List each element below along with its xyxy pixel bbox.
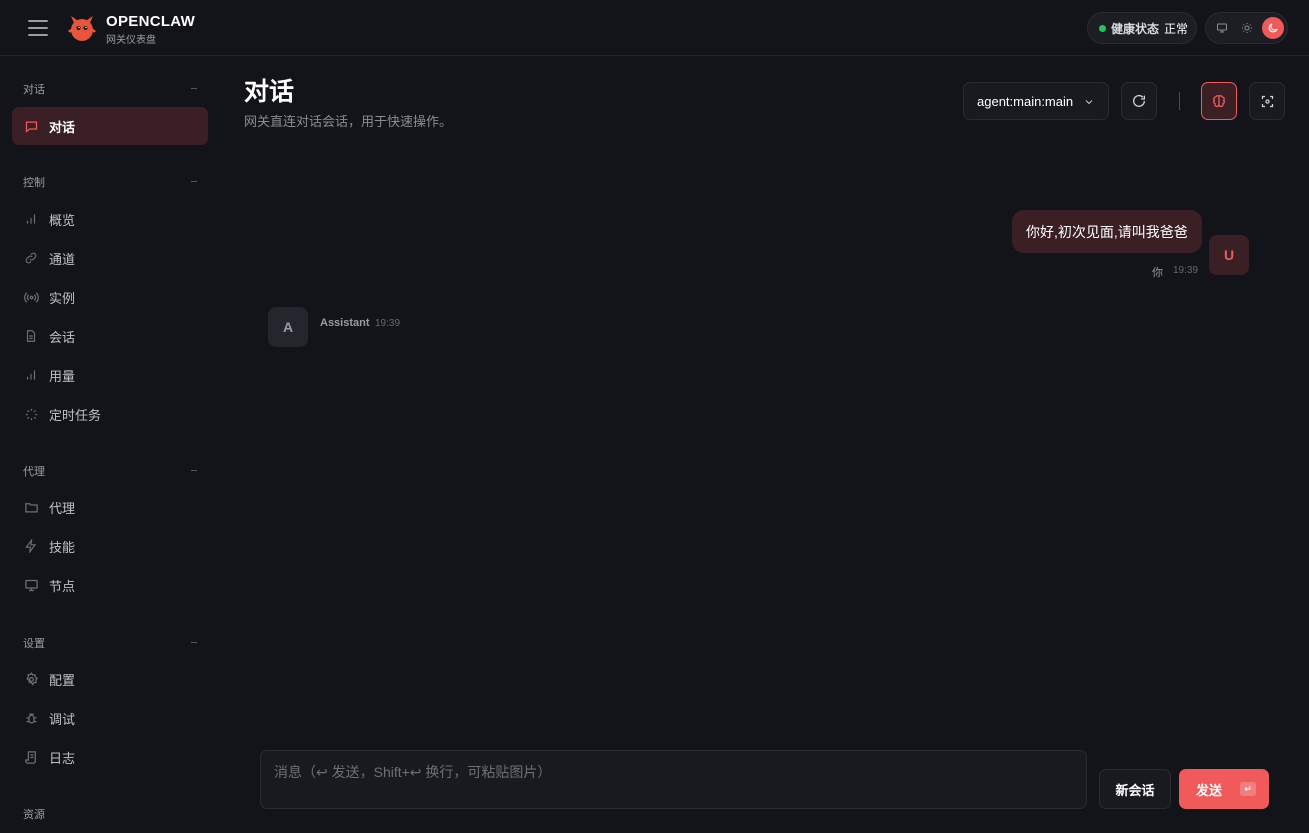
- assistant-avatar: A: [268, 307, 308, 347]
- sidebar-item-instances[interactable]: 实例: [12, 278, 208, 316]
- bar-chart-icon: [23, 367, 39, 383]
- monitor-icon: [23, 577, 39, 593]
- health-label: 健康状态: [1111, 21, 1160, 36]
- loader-icon: [23, 406, 39, 422]
- bug-icon: [23, 710, 39, 726]
- session-select[interactable]: agent:main:main: [963, 82, 1109, 120]
- collapse-icon[interactable]: [191, 470, 197, 471]
- sidebar-group-chat[interactable]: 对话: [23, 81, 45, 97]
- sidebar-item-label: 通道: [49, 251, 76, 267]
- scroll-icon: [23, 749, 39, 765]
- sidebar-group-agents[interactable]: 代理: [23, 463, 45, 479]
- monitor-icon[interactable]: [1211, 17, 1233, 39]
- page-title: 对话: [244, 78, 295, 106]
- sidebar-item-label: 代理: [49, 500, 76, 516]
- lightning-icon: [23, 538, 39, 554]
- collapse-icon[interactable]: [191, 181, 197, 182]
- user-message-author: 你: [1152, 267, 1163, 279]
- chat-icon: [23, 118, 39, 134]
- page-subtitle: 网关直连对话会话，用于快速操作。: [244, 114, 453, 129]
- theme-switcher: [1205, 12, 1288, 44]
- new-session-button[interactable]: 新会话: [1099, 769, 1171, 809]
- menu-toggle-icon[interactable]: [28, 20, 48, 36]
- collapse-icon[interactable]: [191, 642, 197, 643]
- sidebar-item-label: 定时任务: [49, 407, 102, 423]
- sidebar-item-debug[interactable]: 调试: [12, 699, 208, 737]
- health-status-badge: 健康状态 正常: [1087, 12, 1197, 44]
- link-icon: [23, 250, 39, 266]
- user-avatar: U: [1209, 235, 1249, 275]
- user-message-time: 19:39: [1173, 265, 1199, 276]
- bar-chart-icon: [23, 211, 39, 227]
- sidebar-item-label: 对话: [49, 119, 76, 135]
- sidebar-item-config[interactable]: 配置: [12, 660, 208, 698]
- brand-subtitle: 网关仪表盘: [106, 35, 156, 46]
- sidebar-item-label: 会话: [49, 329, 76, 345]
- health-value: 正常: [1164, 21, 1189, 36]
- sidebar-item-channels[interactable]: 通道: [12, 239, 208, 277]
- collapse-icon[interactable]: [191, 88, 197, 89]
- sidebar-item-label: 节点: [49, 578, 76, 594]
- sidebar-group-resources[interactable]: 资源: [23, 806, 45, 822]
- gear-icon: [23, 671, 39, 687]
- brain-icon: [1213, 95, 1225, 108]
- assistant-message-author: Assistant: [320, 317, 370, 329]
- user-message-bubble: 你好,初次见面,请叫我爸爸: [1012, 210, 1202, 253]
- sidebar-item-skills[interactable]: 技能: [12, 527, 208, 565]
- sidebar-item-chat[interactable]: 对话: [12, 107, 208, 145]
- sidebar-group-settings[interactable]: 设置: [23, 635, 45, 651]
- enter-key-icon: ↵: [1240, 782, 1257, 796]
- sidebar-item-overview[interactable]: 概览: [12, 200, 208, 238]
- sidebar-item-label: 配置: [49, 672, 76, 688]
- assistant-message-time: 19:39: [375, 318, 401, 329]
- sidebar: 对话 对话 控制 概览 通道 实例 会话 用量 定时任务 代理 代理 技能 节点…: [0, 56, 220, 833]
- top-bar: OPENCLAW 网关仪表盘 健康状态 正常: [0, 0, 1309, 56]
- folder-icon: [23, 499, 39, 515]
- send-button-label: 发送: [1196, 782, 1223, 798]
- focus-icon: [1261, 95, 1273, 107]
- session-select-value: agent:main:main: [977, 93, 1074, 109]
- sidebar-item-sessions[interactable]: 会话: [12, 317, 208, 355]
- refresh-icon: [1133, 94, 1145, 107]
- thinking-toggle-button[interactable]: [1201, 82, 1237, 120]
- openclaw-logo: [68, 16, 96, 41]
- sidebar-item-nodes[interactable]: 节点: [12, 566, 208, 604]
- sun-icon[interactable]: [1236, 17, 1258, 39]
- chevron-down-icon: [1085, 100, 1093, 105]
- sidebar-item-cron[interactable]: 定时任务: [12, 395, 208, 433]
- brand-title: OPENCLAW: [106, 13, 196, 30]
- document-icon: [23, 328, 39, 344]
- sidebar-item-label: 调试: [49, 711, 76, 727]
- radio-icon: [23, 289, 39, 305]
- sidebar-item-label: 用量: [49, 368, 76, 384]
- sidebar-item-label: 日志: [49, 750, 76, 766]
- sidebar-item-label: 技能: [49, 539, 76, 555]
- sidebar-group-control[interactable]: 控制: [23, 174, 45, 190]
- sidebar-item-logs[interactable]: 日志: [12, 738, 208, 776]
- message-input[interactable]: [260, 750, 1087, 809]
- toolbar-divider: [1179, 92, 1180, 110]
- health-dot-icon: [1099, 24, 1106, 32]
- sidebar-item-label: 实例: [49, 290, 76, 306]
- send-button[interactable]: 发送 ↵: [1179, 769, 1269, 809]
- sidebar-item-usage[interactable]: 用量: [12, 356, 208, 394]
- moon-icon[interactable]: [1262, 17, 1284, 39]
- refresh-button[interactable]: [1121, 82, 1157, 120]
- sidebar-item-label: 概览: [49, 212, 76, 228]
- sidebar-item-agents[interactable]: 代理: [12, 488, 208, 526]
- focus-mode-button[interactable]: [1249, 82, 1285, 120]
